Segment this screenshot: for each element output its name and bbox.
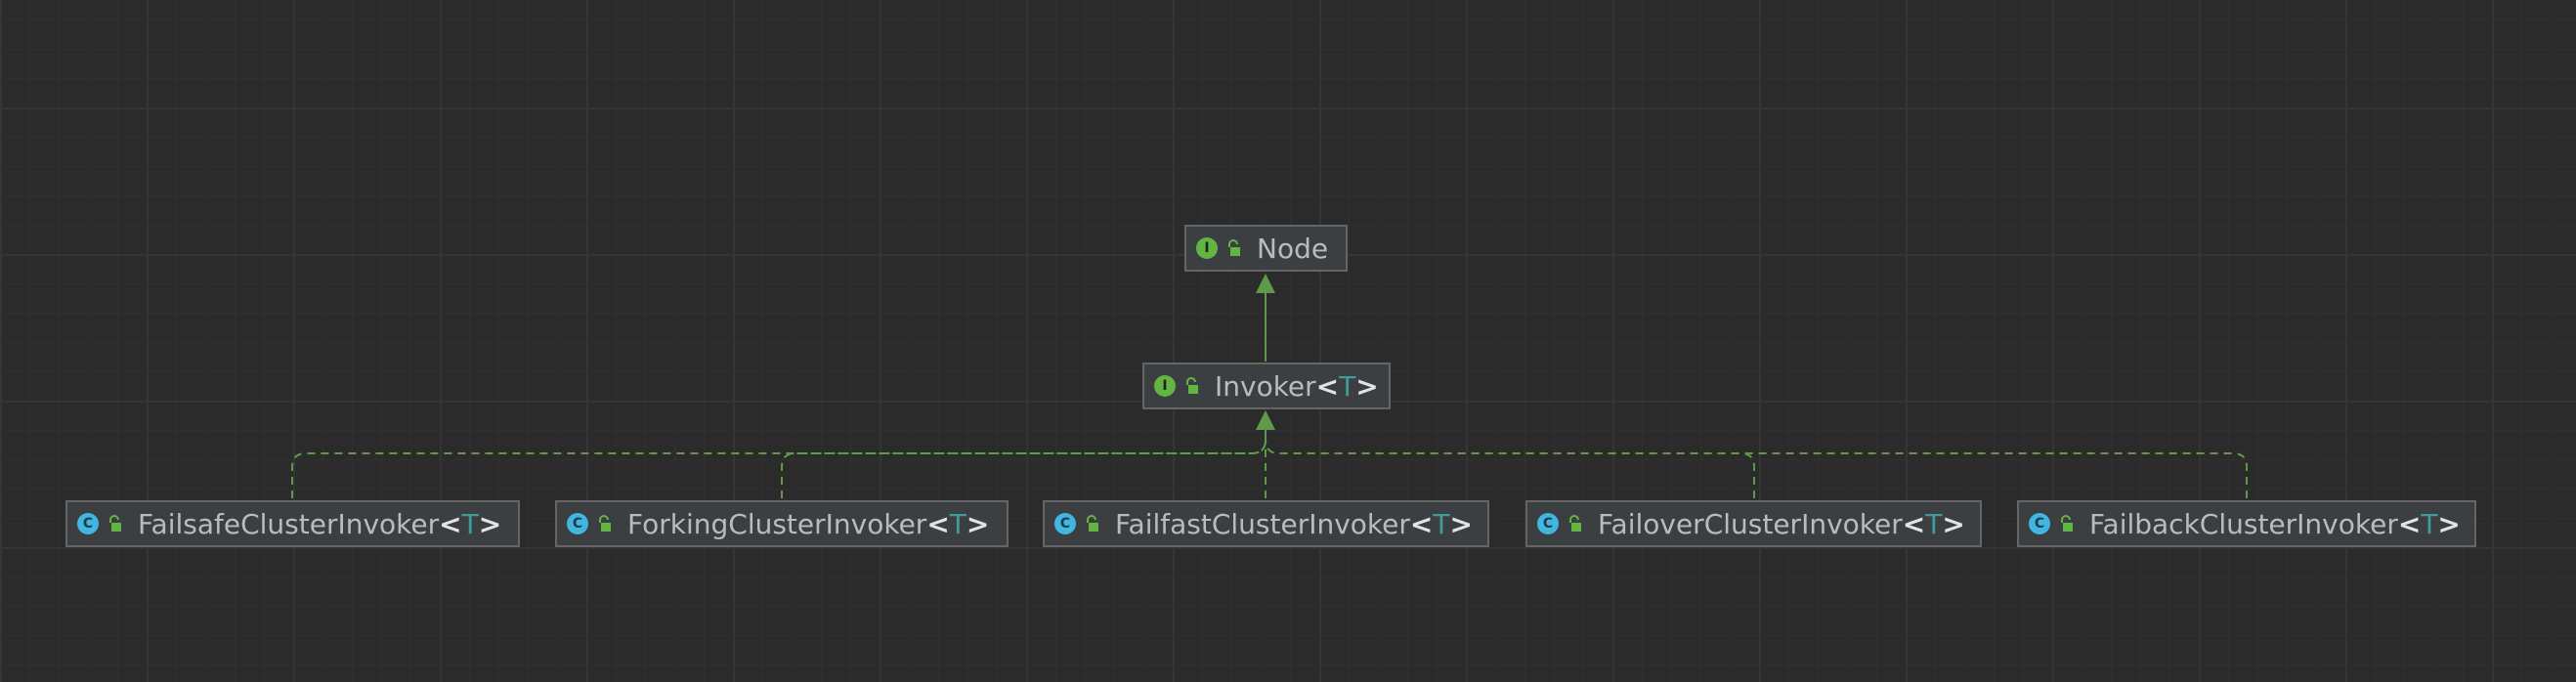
generic-close: > <box>966 507 990 540</box>
node-label: ForkingClusterInvoker <box>627 507 927 540</box>
implements-edges <box>291 428 2248 498</box>
public-unlock-icon <box>1186 377 1198 394</box>
type-param: T <box>1433 507 1450 540</box>
node-failover-cluster-invoker[interactable]: C FailoverClusterInvoker < T > <box>1525 500 1982 547</box>
node-forking-cluster-invoker[interactable]: C ForkingClusterInvoker < T > <box>555 500 1009 547</box>
node-node[interactable]: I Node <box>1184 225 1348 272</box>
type-param: T <box>461 507 479 540</box>
node-label: Node <box>1257 232 1329 265</box>
generic-open: < <box>926 507 950 540</box>
node-failsafe-cluster-invoker[interactable]: C FailsafeClusterInvoker < T > <box>65 500 520 547</box>
edge-forking-implements-invoker <box>781 428 1267 498</box>
class-badge-icon: C <box>2029 513 2050 534</box>
arrowhead-invoker <box>1256 410 1275 430</box>
generic-open: < <box>1409 507 1434 540</box>
generic-close: > <box>1942 507 1965 540</box>
generic-open: < <box>2397 507 2422 540</box>
generic-close: > <box>478 507 502 540</box>
edges-layer <box>291 274 2248 498</box>
diagram-canvas[interactable]: I Node I Invoker < T > C FailsafeClusterInv… <box>0 0 2576 682</box>
node-label: FailfastClusterInvoker <box>1115 507 1410 540</box>
edge-failover-implements-invoker <box>1265 428 1755 498</box>
node-label: Invoker <box>1215 369 1316 403</box>
class-badge-icon: C <box>1537 513 1559 534</box>
node-label: FailbackClusterInvoker <box>2089 507 2398 540</box>
node-invoker[interactable]: I Invoker < T > <box>1142 362 1391 409</box>
type-param: T <box>949 507 966 540</box>
generic-open: < <box>1315 369 1340 403</box>
interface-badge-icon: I <box>1196 237 1218 259</box>
public-unlock-icon <box>1228 239 1240 256</box>
type-param: T <box>1925 507 1943 540</box>
node-label: FailsafeClusterInvoker <box>138 507 440 540</box>
public-unlock-icon <box>599 515 611 532</box>
node-label: FailoverClusterInvoker <box>1598 507 1903 540</box>
generic-close: > <box>1355 369 1379 403</box>
interface-badge-icon: I <box>1154 375 1176 397</box>
public-unlock-icon <box>109 515 121 532</box>
edge-failback-implements-invoker <box>1265 428 2248 498</box>
arrowhead-node <box>1256 274 1275 293</box>
type-param: T <box>1339 369 1356 403</box>
public-unlock-icon <box>1087 515 1098 532</box>
node-failback-cluster-invoker[interactable]: C FailbackClusterInvoker < T > <box>2017 500 2476 547</box>
generic-close: > <box>1449 507 1473 540</box>
class-badge-icon: C <box>1054 513 1076 534</box>
class-badge-icon: C <box>77 513 99 534</box>
class-badge-icon: C <box>567 513 588 534</box>
public-unlock-icon <box>1569 515 1581 532</box>
public-unlock-icon <box>2061 515 2073 532</box>
type-param: T <box>2421 507 2438 540</box>
generic-open: < <box>439 507 462 540</box>
generic-open: < <box>1902 507 1926 540</box>
generic-close: > <box>2437 507 2461 540</box>
edge-failsafe-implements-invoker <box>291 428 1267 498</box>
node-failfast-cluster-invoker[interactable]: C FailfastClusterInvoker < T > <box>1043 500 1489 547</box>
